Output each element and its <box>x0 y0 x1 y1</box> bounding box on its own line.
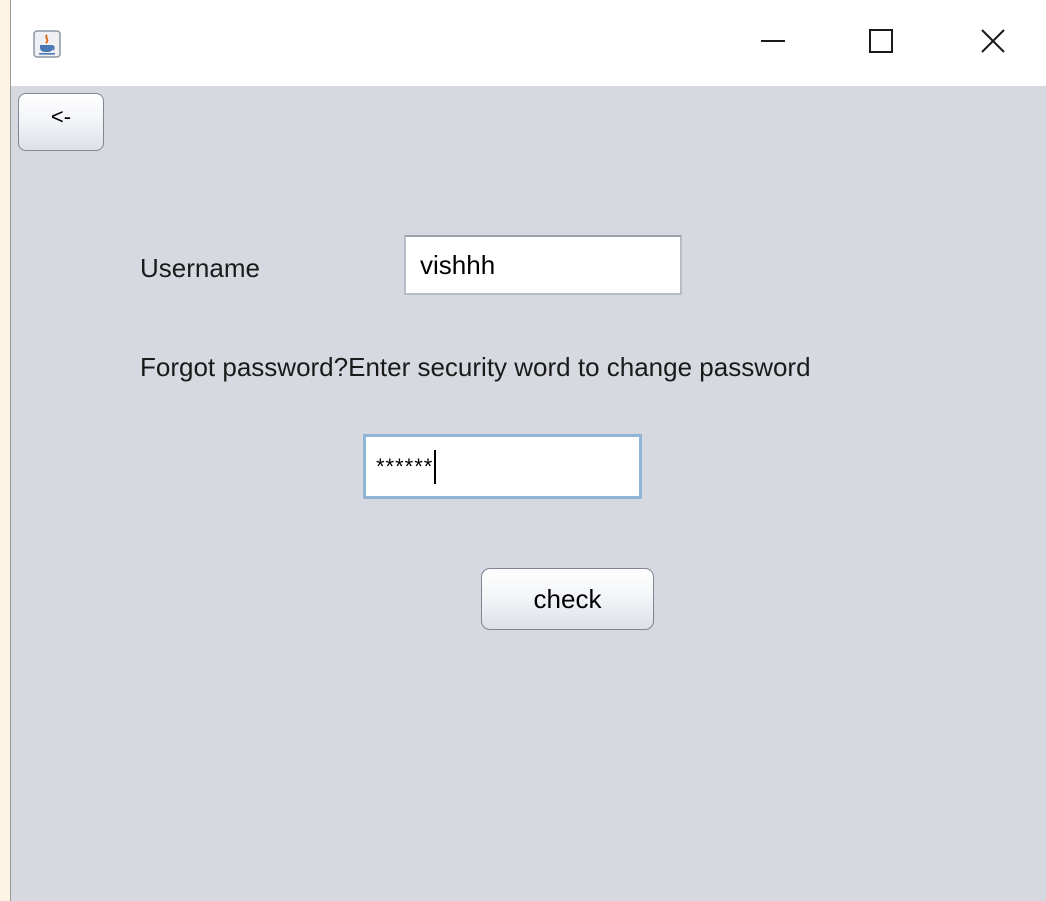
minimize-button[interactable] <box>743 18 803 68</box>
close-icon <box>980 28 1006 59</box>
back-button[interactable]: <- <box>18 93 104 151</box>
maximize-button[interactable] <box>851 18 911 68</box>
app-window: <- Username vishhh Forgot password?Enter… <box>10 0 1046 901</box>
text-caret <box>434 449 437 484</box>
title-bar[interactable] <box>11 0 1046 86</box>
username-label: Username <box>140 253 260 283</box>
username-value: vishhh <box>420 249 496 280</box>
maximize-icon <box>868 28 894 59</box>
check-button[interactable]: check <box>481 568 654 630</box>
minimize-icon <box>760 28 786 59</box>
forgot-password-label: Forgot password?Enter security word to c… <box>140 352 811 382</box>
security-word-field[interactable]: ****** <box>363 434 642 499</box>
security-word-value: ****** <box>376 453 434 479</box>
close-button[interactable] <box>963 18 1023 68</box>
java-cup-icon[interactable] <box>33 30 61 58</box>
username-field[interactable]: vishhh <box>404 235 682 295</box>
